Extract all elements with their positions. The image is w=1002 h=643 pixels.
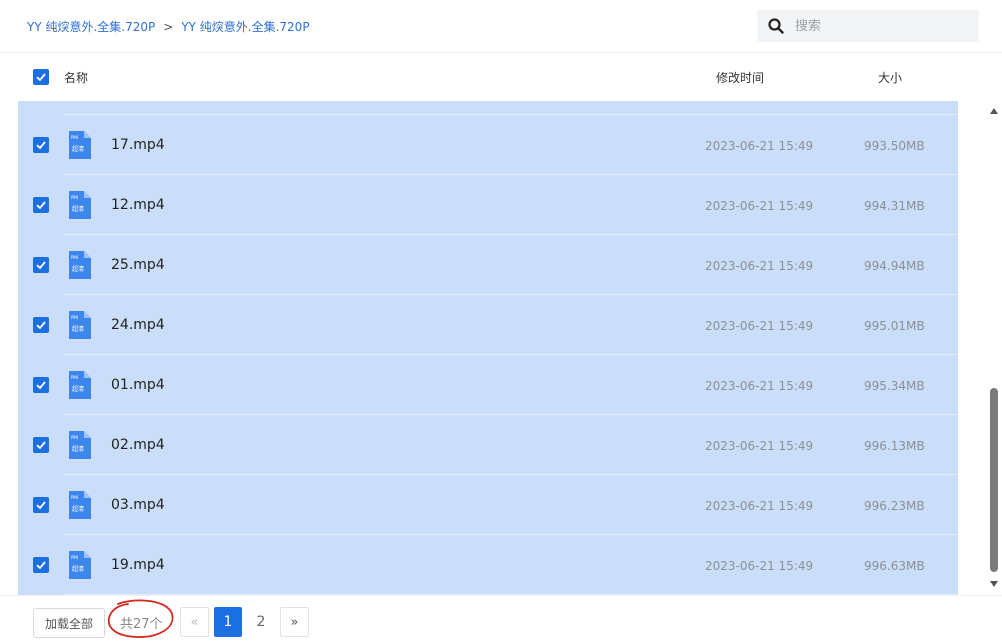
- file-icon-badge: 超清: [72, 145, 84, 153]
- video-file-icon: PMI 超清: [68, 550, 92, 584]
- file-name[interactable]: 17.mp4: [111, 137, 165, 153]
- row-checkbox[interactable]: [33, 137, 49, 153]
- file-icon-badge-top: PMI: [71, 315, 78, 320]
- file-size: 995.01MB: [864, 319, 925, 333]
- file-icon-badge: 超清: [72, 205, 84, 213]
- file-modified-time: 2023-06-21 15:49: [705, 139, 814, 153]
- next-page-button[interactable]: »: [280, 607, 309, 637]
- column-name-header[interactable]: 名称: [64, 69, 88, 86]
- video-file-icon: PMI 超清: [68, 190, 92, 224]
- file-size: 995.34MB: [864, 379, 925, 393]
- video-file-icon: PMI 超清: [68, 250, 92, 284]
- row-checkbox[interactable]: [33, 257, 49, 273]
- page-1-button[interactable]: 1: [214, 607, 242, 637]
- file-row[interactable]: PMI 超清 02.mp4 2023-06-21 15:49 996.13MB: [18, 415, 958, 475]
- breadcrumb-item-current[interactable]: YY 纯㷝意外.全集.720P: [181, 18, 309, 35]
- file-modified-time: 2023-06-21 15:49: [705, 199, 814, 213]
- file-modified-time: 2023-06-21 15:49: [705, 259, 814, 273]
- video-file-icon: PMI 超清: [68, 310, 92, 344]
- file-name[interactable]: 02.mp4: [111, 437, 165, 453]
- file-row[interactable]: PMI 超清 19.mp4 2023-06-21 15:49 996.63MB: [18, 535, 958, 595]
- file-name[interactable]: 19.mp4: [111, 557, 165, 573]
- file-icon-badge: 超清: [72, 505, 84, 513]
- search-icon[interactable]: [757, 10, 795, 42]
- top-bar: YY 纯㷝意外.全集.720P > YY 纯㷝意外.全集.720P: [0, 0, 1002, 53]
- file-size: 993.50MB: [864, 139, 925, 153]
- row-checkbox[interactable]: [33, 377, 49, 393]
- file-modified-time: 2023-06-21 15:49: [705, 559, 814, 573]
- file-icon-badge-top: PMI: [71, 495, 78, 500]
- row-checkbox[interactable]: [33, 437, 49, 453]
- file-name[interactable]: 03.mp4: [111, 497, 165, 513]
- file-name[interactable]: 24.mp4: [111, 317, 165, 333]
- file-size: 996.63MB: [864, 559, 925, 573]
- footer: 加载全部 共27个 « 1 2 »: [0, 595, 1002, 643]
- file-icon-badge: 超清: [72, 265, 84, 273]
- file-modified-time: 2023-06-21 15:49: [705, 499, 814, 513]
- file-browser: YY 纯㷝意外.全集.720P > YY 纯㷝意外.全集.720P 名称 修改时…: [0, 0, 1002, 643]
- file-icon-badge-top: PMI: [71, 195, 78, 200]
- file-row[interactable]: PMI 超清 01.mp4 2023-06-21 15:49 995.34MB: [18, 355, 958, 415]
- scroll-up-arrow-icon[interactable]: [990, 108, 998, 114]
- file-row[interactable]: PMI 超清 03.mp4 2023-06-21 15:49 996.23MB: [18, 475, 958, 535]
- file-row[interactable]: PMI 超清 24.mp4 2023-06-21 15:49 995.01MB: [18, 295, 958, 355]
- file-size: 994.94MB: [864, 259, 925, 273]
- file-icon-badge: 超清: [72, 325, 84, 333]
- file-size: 996.23MB: [864, 499, 925, 513]
- file-name[interactable]: 01.mp4: [111, 377, 165, 393]
- scrollbar-thumb[interactable]: [990, 388, 998, 572]
- breadcrumb: YY 纯㷝意外.全集.720P > YY 纯㷝意外.全集.720P: [27, 18, 310, 35]
- file-icon-badge-top: PMI: [71, 375, 78, 380]
- row-checkbox[interactable]: [33, 557, 49, 573]
- breadcrumb-separator: >: [163, 19, 174, 34]
- load-all-button[interactable]: 加载全部: [33, 608, 105, 638]
- file-icon-badge: 超清: [72, 565, 84, 573]
- row-checkbox[interactable]: [33, 497, 49, 513]
- file-modified-time: 2023-06-21 15:49: [705, 379, 814, 393]
- video-file-icon: PMI 超清: [68, 370, 92, 404]
- file-name[interactable]: 12.mp4: [111, 197, 165, 213]
- video-file-icon: PMI 超清: [68, 430, 92, 464]
- file-size: 996.13MB: [864, 439, 925, 453]
- file-icon-badge-top: PMI: [71, 555, 78, 560]
- annotation-circle: [107, 599, 174, 638]
- file-icon-badge-top: PMI: [71, 435, 78, 440]
- file-list: PMI 超清 17.mp4 2023-06-21 15:49 993.50MB PMI 超清…: [18, 101, 958, 595]
- file-name[interactable]: 25.mp4: [111, 257, 165, 273]
- file-row[interactable]: PMI 超清 12.mp4 2023-06-21 15:49 994.31MB: [18, 175, 958, 235]
- search-box[interactable]: [757, 10, 979, 42]
- prev-page-button[interactable]: «: [180, 607, 209, 637]
- file-icon-badge: 超清: [72, 445, 84, 453]
- file-icon-badge-top: PMI: [71, 135, 78, 140]
- file-size: 994.31MB: [864, 199, 925, 213]
- video-file-icon: PMI 超清: [68, 130, 92, 164]
- column-modified-header[interactable]: 修改时间: [716, 69, 764, 86]
- file-icon-badge-top: PMI: [71, 255, 78, 260]
- scrollbar[interactable]: [987, 101, 1002, 595]
- file-modified-time: 2023-06-21 15:49: [705, 439, 814, 453]
- column-size-header[interactable]: 大小: [878, 69, 902, 86]
- row-checkbox[interactable]: [33, 197, 49, 213]
- breadcrumb-item-parent[interactable]: YY 纯㷝意外.全集.720P: [27, 18, 155, 35]
- video-file-icon: PMI 超清: [68, 490, 92, 524]
- file-row[interactable]: PMI 超清 25.mp4 2023-06-21 15:49 994.94MB: [18, 235, 958, 295]
- row-checkbox[interactable]: [33, 317, 49, 333]
- scroll-down-arrow-icon[interactable]: [990, 581, 998, 587]
- select-all-checkbox[interactable]: [33, 69, 49, 85]
- column-header: 名称 修改时间 大小: [0, 53, 1002, 101]
- file-modified-time: 2023-06-21 15:49: [705, 319, 814, 333]
- page-2-button[interactable]: 2: [247, 607, 275, 637]
- file-row[interactable]: PMI 超清 17.mp4 2023-06-21 15:49 993.50MB: [18, 115, 958, 175]
- search-input[interactable]: [795, 18, 965, 34]
- file-icon-badge: 超清: [72, 385, 84, 393]
